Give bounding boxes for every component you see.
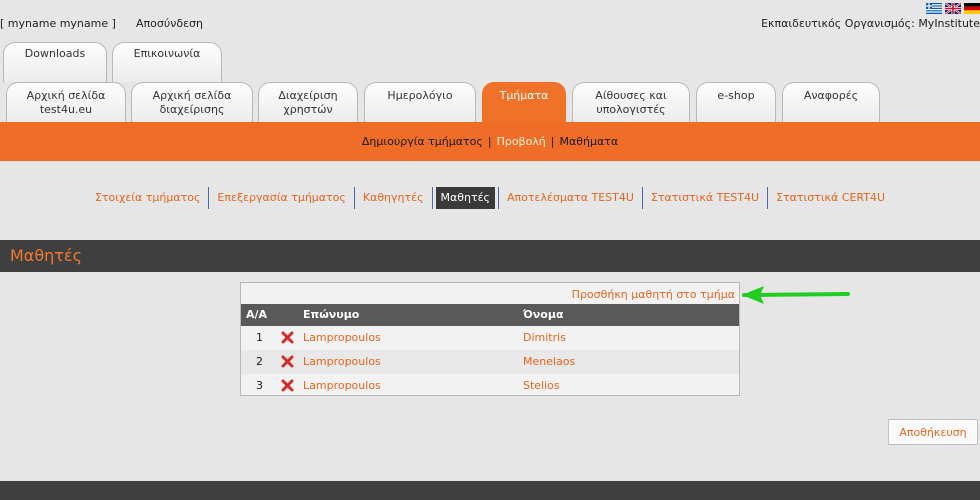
tab-home-test4u[interactable]: Αρχική σελίδα test4u.eu [6, 82, 126, 122]
user-label: [ myname myname ] [0, 17, 116, 30]
uk-flag-icon[interactable] [945, 3, 961, 14]
tab-label: test4u.eu [39, 103, 93, 116]
subnav-cert4u-stats[interactable]: Στατιστικά CERT4U [768, 187, 893, 209]
tab-label: χρηστών [283, 103, 333, 116]
subnav-department-info[interactable]: Στοιχεία τμήματος [87, 187, 208, 209]
tab-calendar[interactable]: Ημερολόγιο [364, 82, 476, 122]
department-nav-bar: Δημιουργία τμήματος | Προβολή | Μαθήματα [0, 122, 980, 161]
row-number: 3 [256, 379, 263, 392]
nav-create-department[interactable]: Δημιουργία τμήματος [362, 135, 483, 148]
greek-flag-icon[interactable] [926, 3, 942, 14]
header-firstname: Όνομα [523, 308, 564, 321]
tab-reports[interactable]: Αναφορές [782, 82, 880, 122]
tab-label: υπολογιστές [596, 103, 666, 116]
tab-label: Αναφορές [803, 89, 859, 102]
nav-lessons[interactable]: Μαθήματα [560, 135, 619, 148]
save-button[interactable]: Αποθήκευση [888, 419, 978, 445]
tab-label: Αρχική σελίδα [26, 89, 106, 102]
student-firstname[interactable]: Dimitris [523, 331, 566, 344]
tab-label: Αίθουσες και [595, 89, 667, 102]
student-firstname[interactable]: Stelios [523, 379, 560, 392]
tab-label: Αρχική σελίδα [152, 89, 232, 102]
tab-user-management[interactable]: Διαχείριση χρηστών [258, 82, 358, 122]
tab-label: διαχείρισης [159, 103, 225, 116]
subnav-students[interactable]: Μαθητές [435, 187, 495, 209]
table-header: Α/Α Επώνυμο Όνομα [241, 304, 739, 326]
row-number: 1 [256, 331, 263, 344]
subnav-edit-department[interactable]: Επεξεργασία τμήματος [209, 187, 353, 209]
tab-downloads[interactable]: Downloads [3, 42, 107, 82]
table-row: 1 Lampropoulos Dimitris [241, 326, 739, 350]
section-title: Μαθητές [10, 246, 82, 265]
tab-label: Επικοινωνία [133, 47, 201, 60]
organization-label: Εκπαιδευτικός Οργανισμός: MyInstitute [761, 17, 980, 30]
header-surname: Επώνυμο [303, 308, 360, 321]
delete-icon[interactable] [281, 379, 294, 392]
tab-label: e-shop [717, 89, 755, 102]
tab-departments[interactable]: Τμήματα [482, 82, 566, 123]
delete-icon[interactable] [281, 355, 294, 368]
subnav-divider [431, 187, 433, 209]
subnav-teachers[interactable]: Καθηγητές [355, 187, 432, 209]
tab-admin-home[interactable]: Αρχική σελίδα διαχείρισης [131, 82, 253, 122]
tab-label: Τμήματα [499, 89, 549, 102]
top-bar: [ myname myname ] Αποσύνδεση Εκπαιδευτικ… [0, 17, 980, 33]
tab-rooms-computers[interactable]: Αίθουσες και υπολογιστές [572, 82, 690, 122]
section-header: Μαθητές [0, 240, 980, 272]
table-row: 3 Lampropoulos Stelios [241, 374, 739, 395]
nav-view[interactable]: Προβολή [497, 135, 546, 148]
subnav-test4u-results[interactable]: Αποτελέσματα TEST4U [499, 187, 642, 209]
row-number: 2 [256, 355, 263, 368]
annotation-arrow-icon [742, 286, 850, 304]
table-row: 2 Lampropoulos Menelaos [241, 350, 739, 374]
german-flag-icon[interactable] [964, 3, 980, 14]
tab-contact[interactable]: Επικοινωνία [112, 42, 222, 82]
tab-label: Διαχείριση [278, 89, 338, 102]
students-panel: Προσθήκη μαθητή στο τμήμα Α/Α Επώνυμο Όν… [240, 282, 740, 396]
nav-separator: | [550, 135, 555, 148]
header-num: Α/Α [246, 308, 268, 321]
tab-label: Ημερολόγιο [387, 89, 453, 102]
nav-separator: | [487, 135, 492, 148]
student-surname[interactable]: Lampropoulos [303, 331, 381, 344]
subnav-test4u-stats[interactable]: Στατιστικά TEST4U [643, 187, 767, 209]
logout-link[interactable]: Αποσύνδεση [136, 17, 203, 30]
delete-icon[interactable] [281, 331, 294, 344]
department-subnav: Στοιχεία τμήματος Επεξεργασία τμήματος Κ… [0, 186, 980, 210]
footer-bar [0, 481, 980, 500]
add-student-link[interactable]: Προσθήκη μαθητή στο τμήμα [572, 288, 735, 301]
student-surname[interactable]: Lampropoulos [303, 355, 381, 368]
student-firstname[interactable]: Menelaos [523, 355, 575, 368]
tab-eshop[interactable]: e-shop [696, 82, 776, 122]
student-surname[interactable]: Lampropoulos [303, 379, 381, 392]
tab-label: Downloads [24, 47, 86, 60]
language-selector [926, 3, 980, 14]
